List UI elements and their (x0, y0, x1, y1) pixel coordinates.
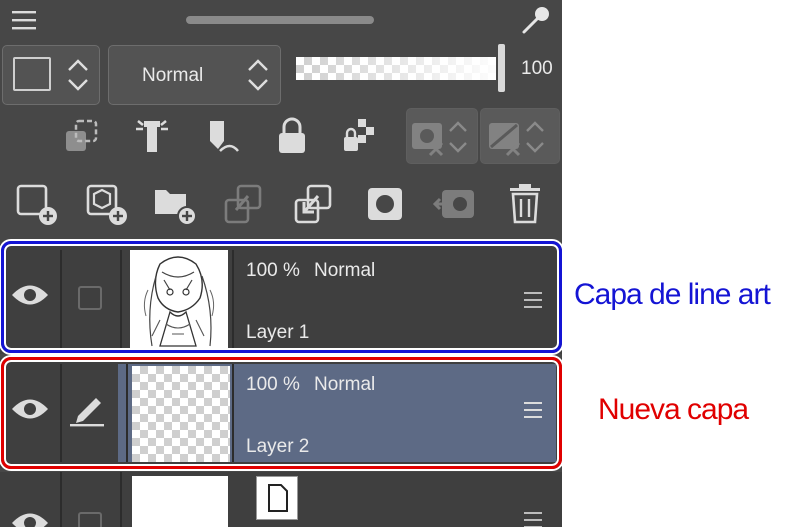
layer-color-button[interactable] (2, 45, 100, 105)
blend-mode-select[interactable]: Normal (108, 45, 281, 105)
layer-panel: Normal 100 100 % Normal Layer 1 100 % No… (0, 0, 562, 527)
layer-thumbnail (132, 476, 228, 527)
opacity-value: 100 (521, 58, 553, 79)
new-folder-icon[interactable] (152, 182, 198, 226)
hamburger-icon[interactable] (12, 10, 36, 30)
panel-drag-handle[interactable] (186, 16, 374, 24)
new-layer-annotation: Nueva capa (598, 393, 749, 426)
clip-to-layer-below-icon[interactable] (60, 117, 104, 157)
line-art-annotation: Capa de line art (574, 278, 771, 311)
new-raster-layer-icon[interactable] (14, 182, 60, 226)
blend-mode-value: Normal (142, 65, 204, 86)
eyedropper-icon[interactable] (518, 4, 552, 38)
create-layer-mask-icon[interactable] (364, 182, 408, 226)
reference-layer-icon[interactable] (130, 115, 174, 157)
spinner-chevrons-icon[interactable] (67, 56, 89, 94)
transfer-to-lower-layer-icon (222, 182, 268, 226)
layer-select-checkbox[interactable] (78, 512, 102, 527)
ruler-icon (487, 117, 553, 159)
layer-color-square-icon (13, 57, 51, 91)
line-art-highlight-box (1, 241, 562, 353)
opacity-slider-handle[interactable] (498, 44, 505, 92)
mask-icon (410, 117, 476, 159)
spinner-chevrons-icon[interactable] (247, 56, 269, 94)
lock-layer-icon[interactable] (270, 115, 314, 157)
new-vector-layer-icon[interactable] (84, 182, 130, 226)
draft-layer-icon[interactable] (200, 115, 244, 157)
new-layer-highlight-box (1, 357, 562, 469)
merge-with-layer-below-icon[interactable] (292, 182, 338, 226)
eye-visibility-icon[interactable] (10, 510, 50, 527)
layer-row-3[interactable] (0, 472, 562, 527)
paper-layer-badge (256, 476, 298, 520)
apply-mask-icon (432, 182, 478, 226)
paper-icon (266, 483, 290, 513)
mask-button[interactable] (406, 108, 478, 164)
delete-layer-icon[interactable] (504, 182, 548, 226)
lock-transparent-pixels-icon[interactable] (338, 115, 382, 157)
drag-handle-icon[interactable] (524, 512, 542, 527)
ruler-button[interactable] (480, 108, 560, 164)
opacity-slider[interactable] (296, 57, 496, 80)
